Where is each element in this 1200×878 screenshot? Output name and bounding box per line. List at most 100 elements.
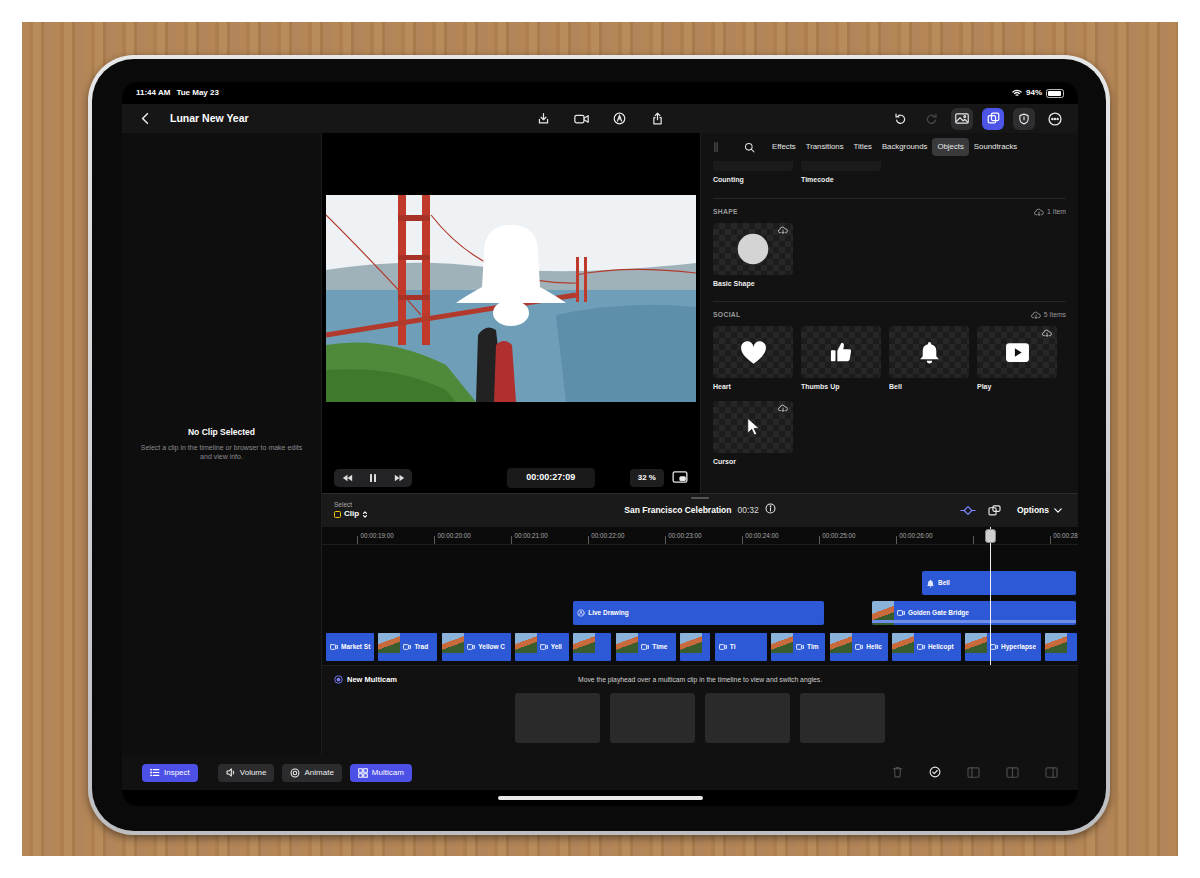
object-tile[interactable]: [713, 401, 793, 453]
clip-thumbnail: [965, 633, 987, 653]
project-duration: 00:32: [737, 504, 758, 517]
storyline-clip[interactable]: Helic: [829, 632, 888, 662]
browser-section: SOCIAL5 ItemsHeartThumbs UpBellPlayCurso…: [713, 301, 1066, 467]
playhead[interactable]: [990, 527, 991, 665]
edit-mode-menu[interactable]: Clip: [334, 508, 624, 520]
video-icon: [990, 644, 998, 650]
undo-button[interactable]: [889, 108, 911, 130]
clip-thumbnail: [830, 633, 852, 653]
photos-button[interactable]: [951, 108, 973, 130]
object-tile[interactable]: [977, 326, 1057, 378]
connected-clip[interactable]: Live Drawing: [572, 600, 825, 626]
clock: 11:44 AM: [136, 87, 170, 99]
browser-item[interactable]: Counting: [713, 161, 793, 186]
home-indicator[interactable]: [498, 796, 703, 800]
storyline-clip[interactable]: Time: [615, 632, 677, 662]
storyline-clip[interactable]: [1044, 632, 1078, 662]
live-drawing-button[interactable]: [608, 108, 630, 130]
button-label: Inspect: [164, 767, 190, 779]
nib-icon: [613, 112, 626, 125]
angle-slot[interactable]: [515, 693, 600, 743]
new-multicam-button[interactable]: New Multicam: [334, 674, 578, 685]
camera-button[interactable]: [570, 108, 592, 130]
object-tile[interactable]: [889, 326, 969, 378]
timeline-ruler[interactable]: 00:00:19:0000:00:20:0000:00:21:0000:00:2…: [322, 527, 1078, 545]
angle-slot[interactable]: [800, 693, 885, 743]
play-pause-button[interactable]: [360, 469, 386, 487]
check-button[interactable]: [929, 761, 941, 785]
object-item[interactable]: Cursor: [713, 401, 793, 468]
storyline-clip[interactable]: [679, 632, 711, 662]
ruler-label: 00:00:26:00: [896, 531, 932, 540]
pause-icon: [369, 473, 377, 483]
back-button[interactable]: [134, 108, 156, 130]
volume-button[interactable]: Volume: [218, 764, 275, 782]
storyline-clip[interactable]: Trad: [377, 632, 438, 662]
multicam-button[interactable]: Multicam: [350, 764, 412, 782]
fast-forward-button[interactable]: [386, 469, 412, 487]
animate-button[interactable]: Animate: [282, 764, 341, 782]
clip-thumbnail: [616, 633, 638, 653]
inspect-button[interactable]: Inspect: [142, 764, 198, 782]
browser-tab[interactable]: Titles: [849, 138, 877, 156]
redo-icon: [925, 112, 938, 125]
storyline-clip[interactable]: Tim: [770, 632, 826, 662]
search-button[interactable]: [741, 136, 757, 158]
browser-tab[interactable]: Effects: [767, 138, 801, 156]
skimming-button[interactable]: [960, 499, 976, 523]
table-surface: 11:44 AMTue May 2394%Lunar New YearNo Cl…: [22, 22, 1178, 856]
ruler-tick: [434, 536, 435, 544]
clip-thumbnail: [1045, 633, 1067, 653]
info-button[interactable]: [765, 503, 776, 518]
redo-button[interactable]: [920, 108, 942, 130]
browser-tab[interactable]: Transitions: [801, 138, 849, 156]
button-label: Multicam: [372, 767, 404, 779]
browser-tab[interactable]: Objects: [932, 138, 968, 156]
object-item[interactable]: Heart: [713, 326, 793, 393]
split-center-button[interactable]: [1006, 761, 1019, 785]
object-item[interactable]: Bell: [889, 326, 969, 393]
play-icon: [1005, 342, 1030, 363]
import-button[interactable]: [532, 108, 554, 130]
connected-clip[interactable]: Bell: [921, 570, 1077, 596]
cloud-download-icon: [778, 404, 788, 412]
storyline-clip[interactable]: Market St: [325, 632, 375, 662]
delete-button[interactable]: [892, 761, 903, 785]
viewer-options-button[interactable]: [672, 466, 688, 490]
storyline-clip[interactable]: Ti: [714, 632, 768, 662]
updown-icon: [362, 510, 368, 519]
clip-thumbnail: [892, 633, 914, 653]
object-tile[interactable]: [713, 326, 793, 378]
browser-tab[interactable]: Soundtracks: [969, 138, 1022, 156]
playhead-handle[interactable]: [985, 529, 996, 543]
split-left-button[interactable]: [967, 761, 980, 785]
rewind-button[interactable]: [334, 469, 360, 487]
browser-item[interactable]: Timecode: [801, 161, 881, 186]
section-title: SOCIAL: [713, 310, 740, 320]
storyline-clip[interactable]: Yellow C: [441, 632, 512, 662]
angle-slot[interactable]: [705, 693, 790, 743]
timeline[interactable]: 00:00:19:0000:00:20:0000:00:21:0000:00:2…: [322, 527, 1078, 665]
role-button[interactable]: [1013, 108, 1035, 130]
storyline-clip[interactable]: Hyperlapse: [964, 632, 1042, 662]
connected-clip[interactable]: Golden Gate Bridge: [871, 600, 1077, 626]
browser-button[interactable]: [982, 108, 1004, 130]
share-button[interactable]: [646, 108, 668, 130]
options-button[interactable]: Options: [1013, 502, 1066, 519]
split-right-button[interactable]: [1045, 761, 1058, 785]
zoom-button[interactable]: 32 %: [630, 469, 664, 487]
object-item[interactable]: Basic Shape: [713, 223, 793, 290]
browser-tab[interactable]: Backgrounds: [877, 138, 933, 156]
more-button[interactable]: [1044, 108, 1066, 130]
storyline-clip[interactable]: [572, 632, 612, 662]
storyline-clip[interactable]: Yell: [514, 632, 570, 662]
storyline-clip[interactable]: Helicopt: [891, 632, 962, 662]
angle-slot[interactable]: [610, 693, 695, 743]
object-tile[interactable]: [801, 326, 881, 378]
object-item[interactable]: Thumbs Up: [801, 326, 881, 393]
object-tile[interactable]: [713, 223, 793, 275]
object-item[interactable]: Play: [977, 326, 1057, 393]
ruler-tick: [357, 536, 358, 544]
edit-mode: Clip: [344, 508, 359, 520]
clip-appearance-button[interactable]: [988, 499, 1001, 523]
